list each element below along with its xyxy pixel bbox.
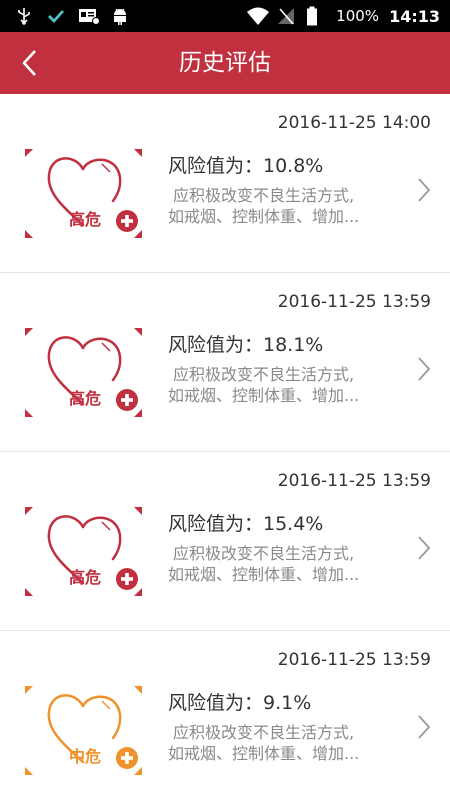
status-bar: 100% 14:13 bbox=[0, 0, 450, 32]
advice-text: 应积极改变不良生活方式, 如戒烟、控制体重、增加... bbox=[168, 543, 390, 585]
advice-line-1: 应积极改变不良生活方式, bbox=[173, 365, 355, 384]
assessment-item[interactable]: 2016-11-25 13:59 中危 风险值为：9.1% 应积极改变不良生活方… bbox=[0, 631, 450, 800]
risk-level-label: 高危 bbox=[68, 389, 101, 408]
risk-level-label: 高危 bbox=[68, 568, 101, 587]
risk-level-badge: 高危 bbox=[25, 328, 142, 417]
advice-line-1: 应积极改变不良生活方式, bbox=[173, 544, 355, 563]
risk-level-label: 高危 bbox=[68, 210, 101, 229]
assessment-timestamp: 2016-11-25 13:59 bbox=[277, 471, 431, 491]
risk-level-badge: 中危 bbox=[25, 686, 142, 775]
risk-value: 风险值为：18.1% bbox=[168, 334, 324, 356]
advice-text: 应积极改变不良生活方式, 如戒烟、控制体重、增加... bbox=[168, 364, 390, 406]
app-bar: 历史评估 bbox=[0, 32, 450, 94]
risk-value: 风险值为：9.1% bbox=[168, 692, 312, 714]
chevron-right-icon bbox=[418, 178, 431, 202]
assessment-item[interactable]: 2016-11-25 13:59 高危 风险值为：15.4% 应积极改变不良生活… bbox=[0, 452, 450, 631]
status-time: 14:13 bbox=[389, 6, 440, 26]
risk-level-label: 中危 bbox=[68, 747, 101, 766]
advice-line-2: 如戒烟、控制体重、增加... bbox=[168, 565, 360, 584]
assessment-timestamp: 2016-11-25 14:00 bbox=[277, 113, 431, 133]
id-card-icon bbox=[78, 6, 100, 26]
advice-line-1: 应积极改变不良生活方式, bbox=[173, 723, 355, 742]
assessment-timestamp: 2016-11-25 13:59 bbox=[277, 292, 431, 312]
advice-text: 应积极改变不良生活方式, 如戒烟、控制体重、增加... bbox=[168, 185, 390, 227]
assessment-item[interactable]: 2016-11-25 14:00 高危 风险值为：10.8% 应积极改变不良生活… bbox=[0, 94, 450, 273]
advice-line-2: 如戒烟、控制体重、增加... bbox=[168, 744, 360, 763]
chevron-right-icon bbox=[418, 715, 431, 739]
page-title: 历史评估 bbox=[179, 50, 271, 76]
no-signal-icon bbox=[276, 6, 296, 26]
risk-level-badge: 高危 bbox=[25, 507, 142, 596]
android-icon bbox=[110, 6, 130, 26]
check-icon bbox=[46, 6, 66, 26]
risk-value: 风险值为：15.4% bbox=[168, 513, 324, 535]
chevron-right-icon bbox=[418, 536, 431, 560]
risk-level-badge: 高危 bbox=[25, 149, 142, 238]
advice-line-2: 如戒烟、控制体重、增加... bbox=[168, 386, 360, 405]
battery-icon bbox=[306, 6, 326, 26]
advice-line-1: 应积极改变不良生活方式, bbox=[173, 186, 355, 205]
assessment-item[interactable]: 2016-11-25 13:59 高危 风险值为：18.1% 应积极改变不良生活… bbox=[0, 273, 450, 452]
battery-percentage: 100% bbox=[336, 7, 380, 25]
wifi-icon bbox=[246, 6, 270, 26]
assessment-list: 2016-11-25 14:00 高危 风险值为：10.8% 应积极改变不良生活… bbox=[0, 94, 450, 800]
usb-icon bbox=[14, 6, 34, 26]
risk-value: 风险值为：10.8% bbox=[168, 155, 324, 177]
advice-text: 应积极改变不良生活方式, 如戒烟、控制体重、增加... bbox=[168, 722, 390, 764]
assessment-timestamp: 2016-11-25 13:59 bbox=[277, 650, 431, 670]
advice-line-2: 如戒烟、控制体重、增加... bbox=[168, 207, 360, 226]
chevron-right-icon bbox=[418, 357, 431, 381]
